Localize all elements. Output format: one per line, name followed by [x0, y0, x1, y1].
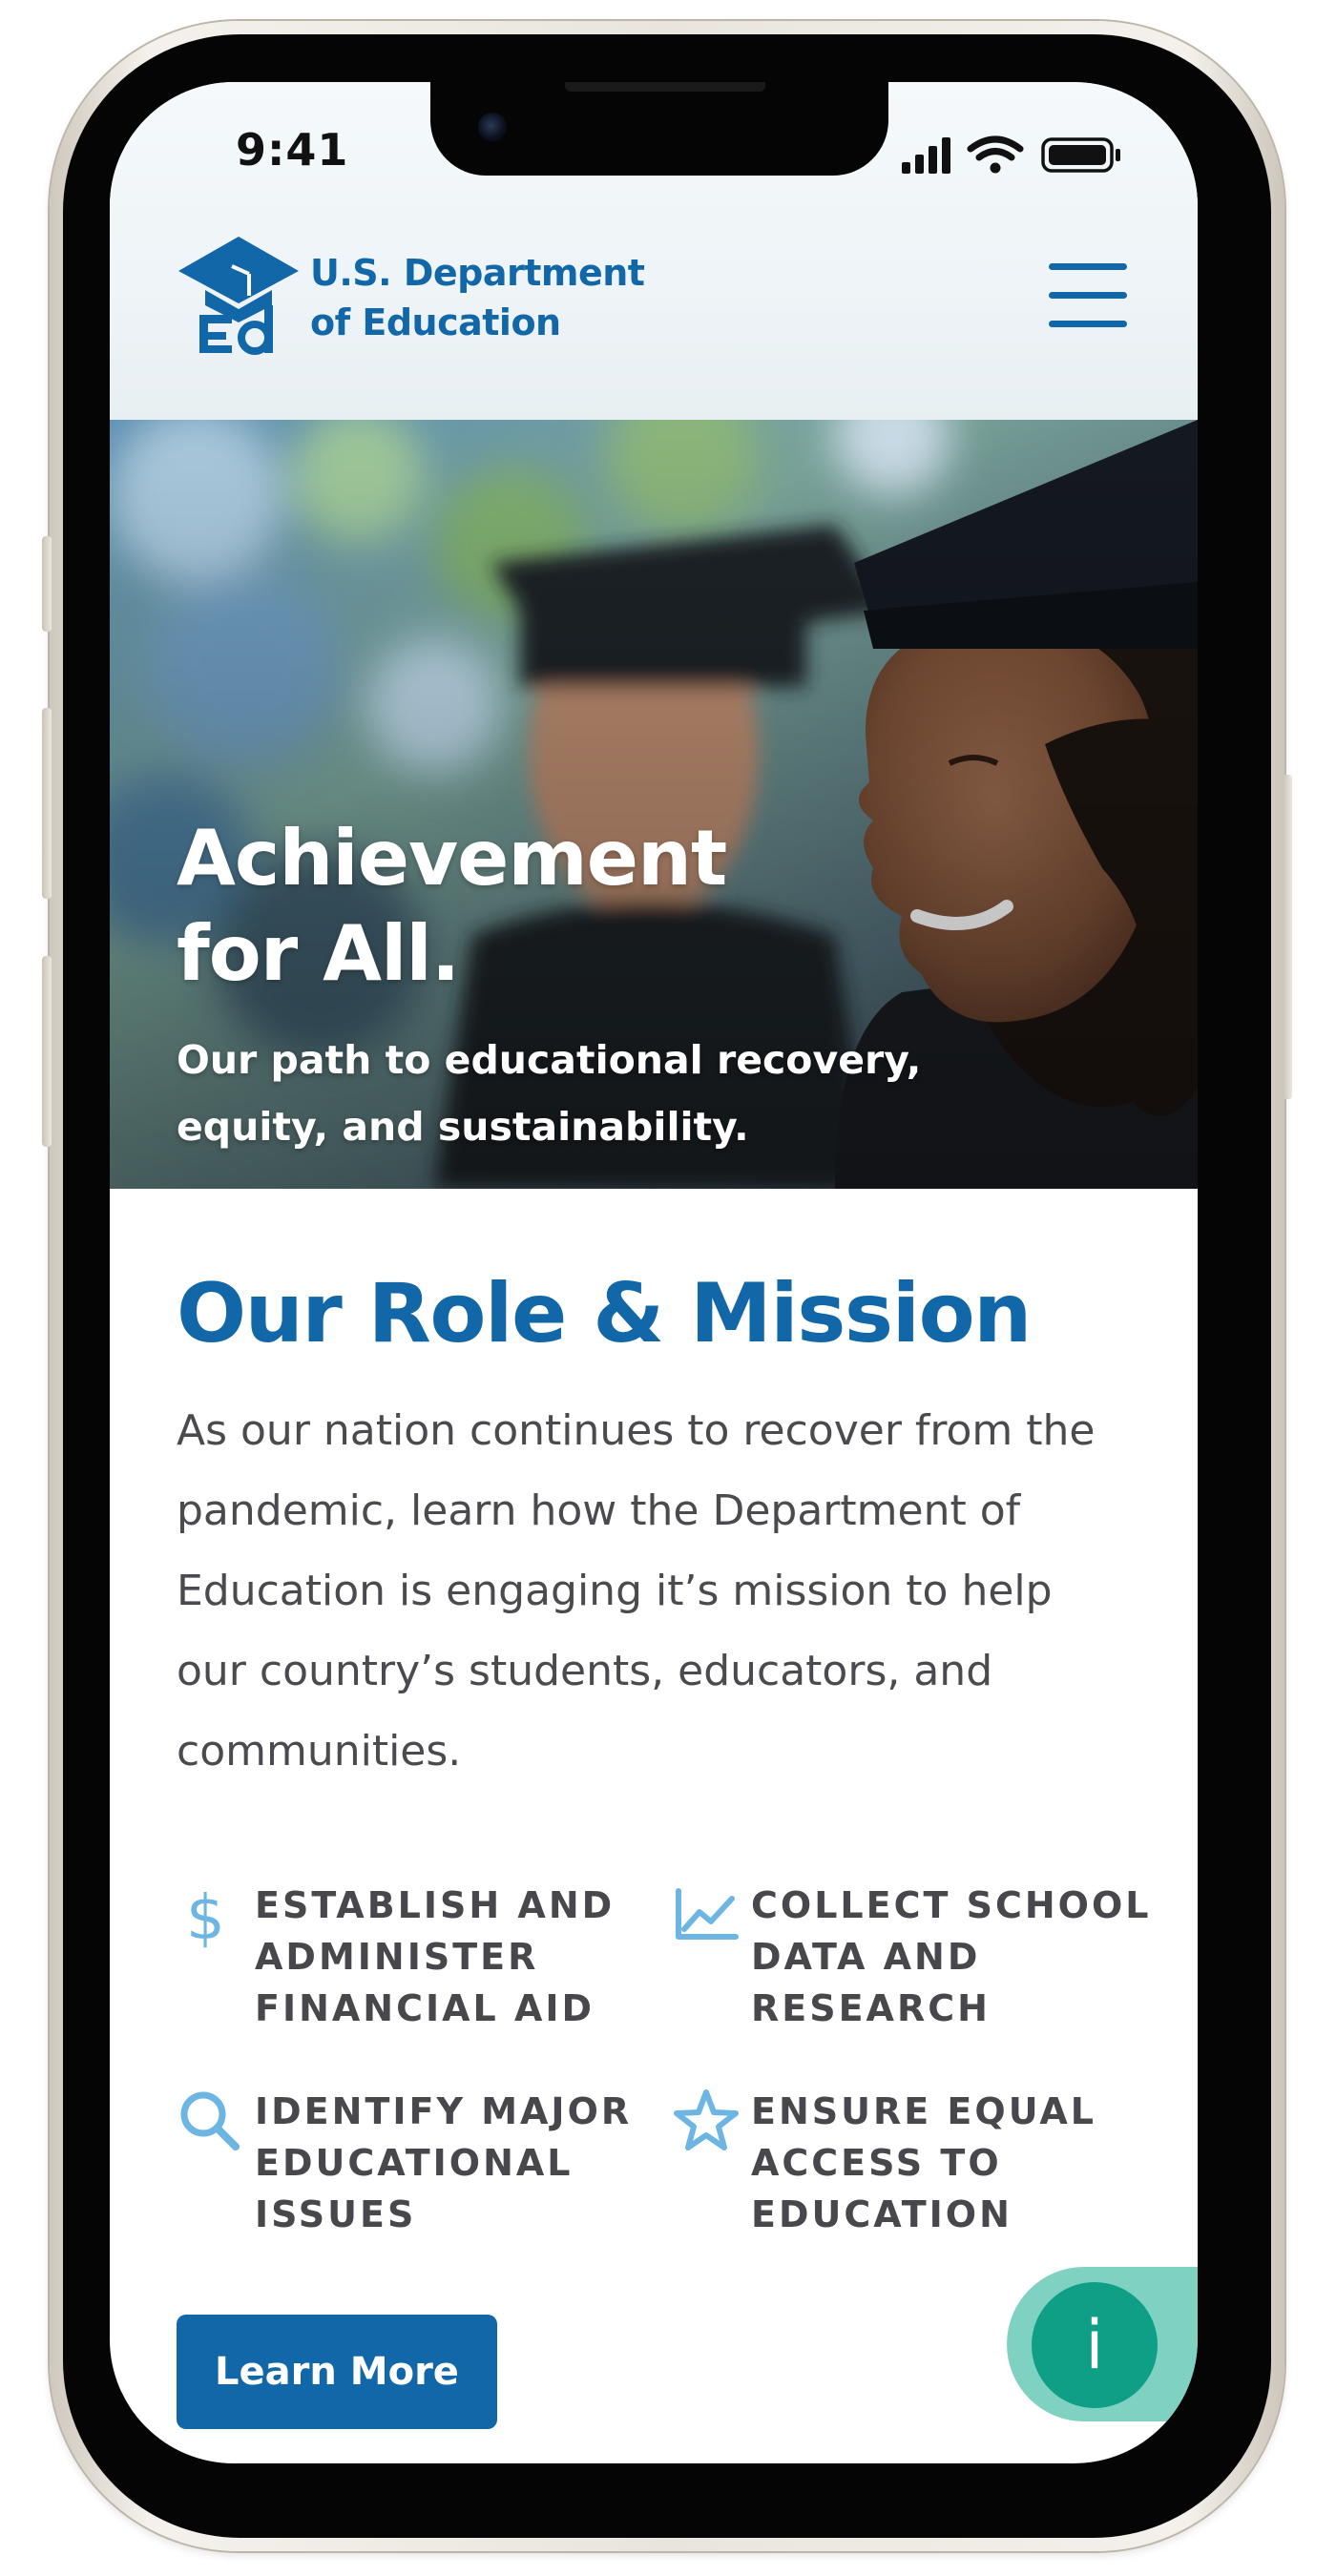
graduation-cap-logo-icon: [178, 237, 299, 355]
feature-label: ESTABLISH AND ADMINISTER FINANCIAL AID: [255, 1884, 616, 2029]
feature-label: ENSURE EQUAL ACCESS TO EDUCATION: [751, 2090, 1097, 2235]
battery-icon: [1041, 137, 1120, 173]
hero-title-line-1: Achievement: [177, 814, 727, 903]
hamburger-icon-bar: [1049, 292, 1127, 299]
hero-banner: Achievement for All. Our path to educati…: [110, 420, 1198, 1189]
mission-title: Our Role & Mission: [177, 1266, 1032, 1361]
feature-item-financial-aid: $ ESTABLISH AND ADMINISTER FINANCIAL AID: [177, 1880, 654, 2051]
logo-line-2: of Education: [310, 301, 561, 343]
wifi-icon: [967, 135, 1024, 174]
mute-switch: [42, 536, 52, 632]
line-chart-icon: [676, 1888, 739, 1940]
hamburger-icon-bar: [1049, 263, 1127, 270]
front-camera: [478, 113, 507, 141]
feature-item-school-data: COLLECT SCHOOL DATA AND RESEARCH: [673, 1880, 1150, 2051]
dollar-icon: $: [186, 1883, 225, 1948]
info-button[interactable]: i: [1032, 2282, 1158, 2408]
hamburger-icon-bar: [1049, 321, 1127, 327]
volume-down-button: [42, 956, 52, 1147]
phone-screen: U.S. Department of Education Achievement…: [110, 82, 1198, 2463]
star-icon: [674, 2089, 739, 2150]
status-bar-time: 9:41: [236, 124, 349, 176]
feature-item-equal-access: ENSURE EQUAL ACCESS TO EDUCATION: [673, 2086, 1150, 2257]
status-bar-icons: [902, 135, 1120, 174]
svg-text:$: $: [186, 1883, 225, 1948]
power-button: [1283, 775, 1292, 1099]
logo-line-1: U.S. Department: [310, 252, 645, 294]
feature-label: IDENTIFY MAJOR EDUCATIONAL ISSUES: [255, 2090, 633, 2235]
earpiece-speaker: [565, 82, 765, 92]
feature-label: COLLECT SCHOOL DATA AND RESEARCH: [751, 1884, 1152, 2029]
feature-list: $ ESTABLISH AND ADMINISTER FINANCIAL AID…: [177, 1880, 1149, 2261]
logo-wordmark: U.S. Department of Education: [310, 248, 645, 347]
search-icon: [180, 2091, 240, 2150]
mission-description: As our nation continues to recover from …: [177, 1406, 1096, 1776]
hamburger-menu-button[interactable]: [1045, 263, 1131, 330]
department-logo[interactable]: U.S. Department of Education: [177, 235, 692, 368]
learn-more-button[interactable]: Learn More: [177, 2315, 497, 2429]
phone-frame: U.S. Department of Education Achievement…: [42, 21, 1292, 2551]
hero-subtitle: Our path to educational recovery, equity…: [177, 1037, 922, 1150]
feature-item-educational-issues: IDENTIFY MAJOR EDUCATIONAL ISSUES: [177, 2086, 654, 2257]
hero-title-line-2: for All.: [177, 909, 460, 998]
volume-up-button: [42, 708, 52, 899]
cellular-signal-icon: [902, 137, 950, 174]
hero-title: Achievement for All.: [177, 811, 787, 1002]
